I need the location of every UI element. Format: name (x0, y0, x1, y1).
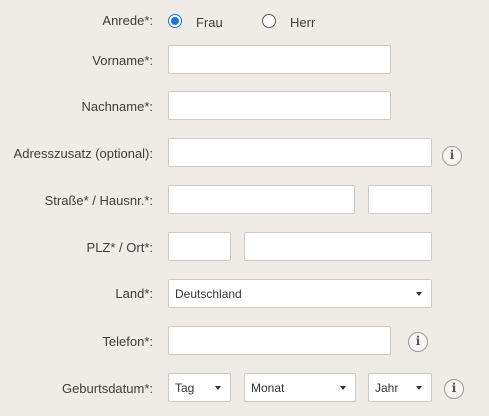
first-name-label: Vorname*: (92, 53, 153, 68)
address-extra-label: Adresszusatz (optional): (13, 146, 153, 161)
birth-year-value: Jahr (375, 381, 399, 395)
radio-herr-label[interactable]: Herr (290, 15, 315, 30)
info-icon[interactable]: i (444, 379, 464, 399)
postal-label: PLZ* / Ort*: (86, 240, 153, 255)
birth-month-value: Monat (251, 381, 285, 395)
radio-frau[interactable] (168, 14, 182, 28)
street-input[interactable] (168, 185, 355, 214)
birth-year-select[interactable]: Jahr (368, 373, 432, 402)
birth-month-select[interactable]: Monat (244, 373, 356, 402)
radio-herr[interactable] (262, 14, 276, 28)
chevron-down-icon (416, 292, 422, 296)
salutation-label: Anrede*: (102, 13, 153, 28)
birthdate-label: Geburtsdatum*: (61, 381, 153, 396)
last-name-label: Nachname*: (81, 99, 153, 114)
info-icon[interactable]: i (408, 332, 428, 352)
birth-day-select[interactable]: Tag (168, 373, 231, 402)
phone-label: Telefon*: (102, 334, 153, 349)
birth-day-value: Tag (175, 381, 195, 395)
zip-input[interactable] (168, 232, 231, 261)
first-name-input[interactable] (168, 45, 391, 74)
country-label: Land*: (115, 286, 153, 301)
city-input[interactable] (244, 232, 432, 261)
country-select-value: Deutschland (175, 287, 242, 301)
last-name-input[interactable] (168, 91, 391, 120)
radio-frau-label[interactable]: Frau (196, 15, 223, 30)
chevron-down-icon (215, 386, 221, 390)
phone-input[interactable] (168, 326, 391, 355)
country-select[interactable]: Deutschland (168, 279, 432, 308)
street-label: Straße* / Hausnr.*: (44, 193, 153, 208)
chevron-down-icon (340, 386, 346, 390)
address-extra-input[interactable] (168, 138, 432, 167)
house-number-input[interactable] (368, 185, 432, 214)
info-icon[interactable]: i (442, 146, 462, 166)
chevron-down-icon (416, 386, 422, 390)
